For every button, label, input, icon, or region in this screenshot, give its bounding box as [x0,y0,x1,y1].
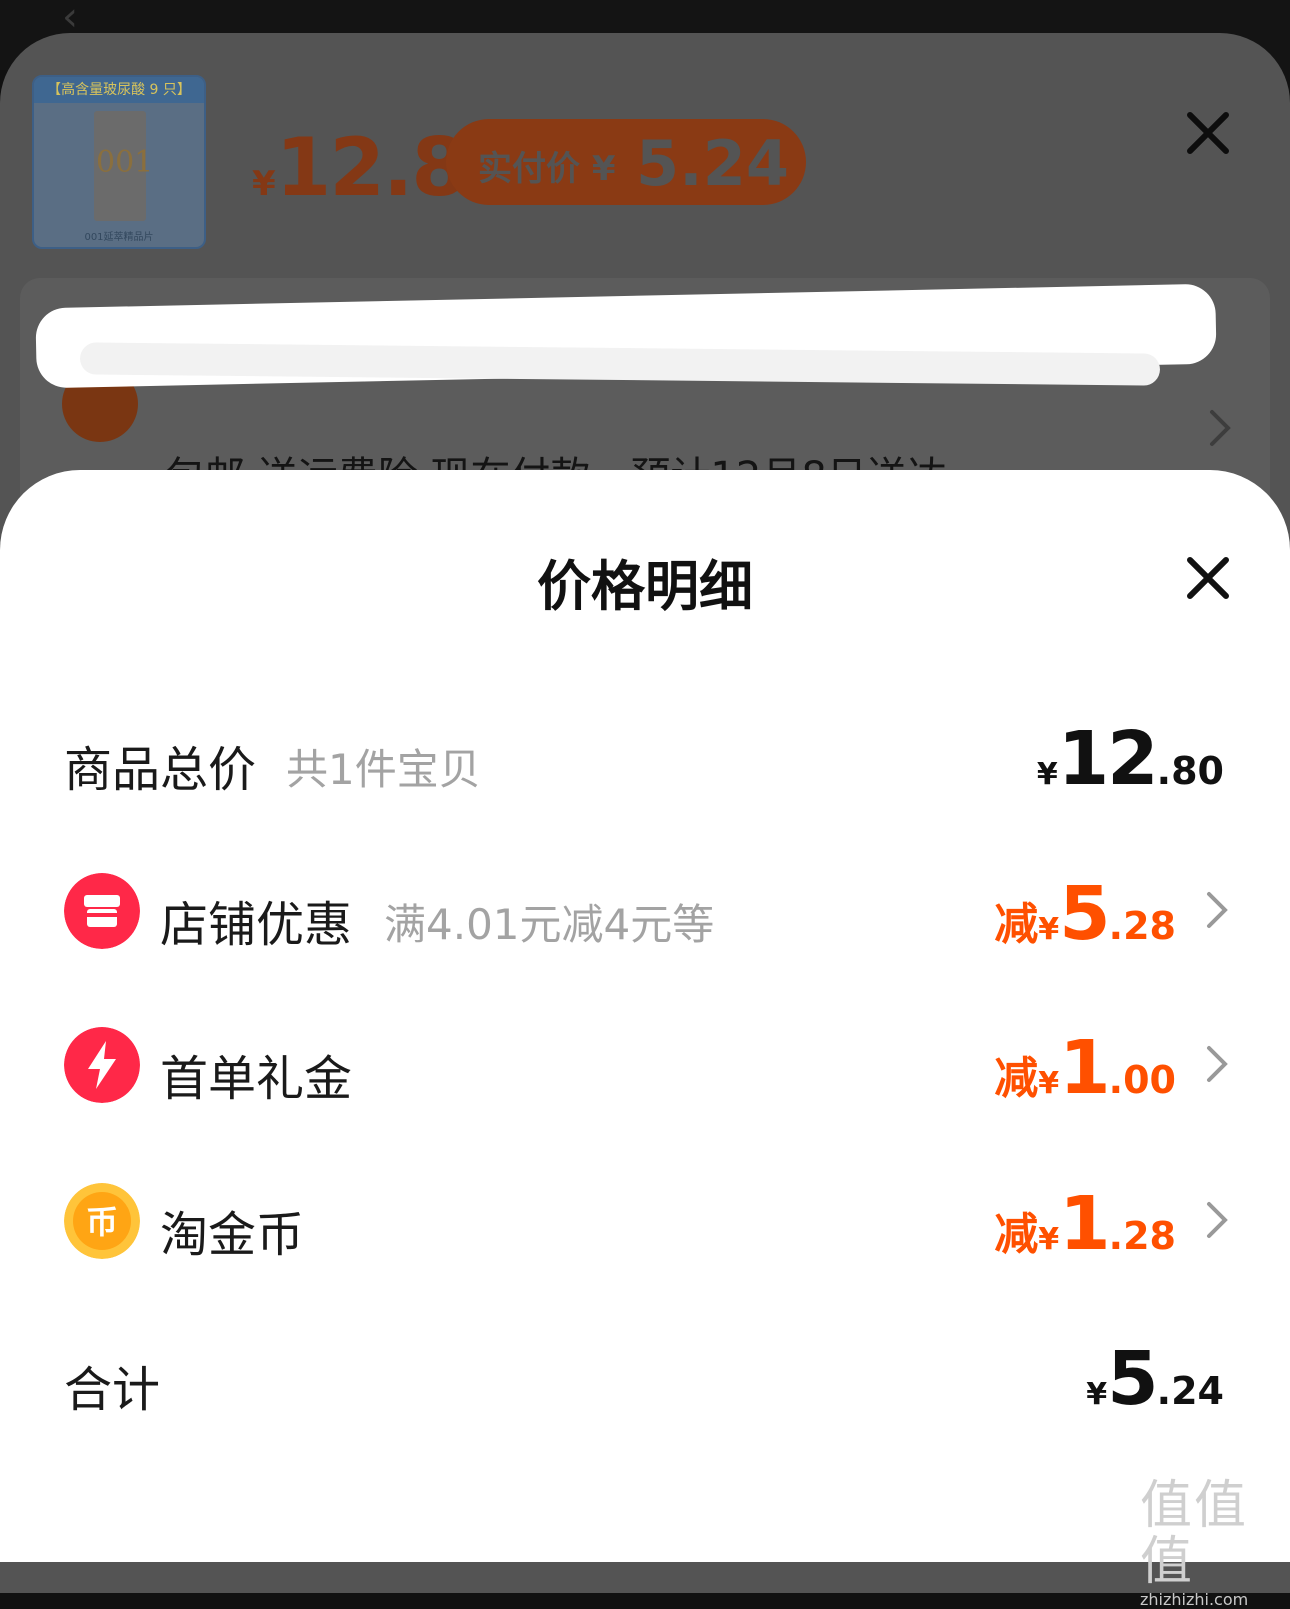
goods-total-row: 商品总价 共1件宝贝 ¥12.80 [0,708,1290,808]
shop-icon [64,873,140,949]
chevron-right-icon [1210,410,1231,446]
actual-paid-label: 实付价 ¥ [478,149,616,189]
price-amount: 12.8 [275,121,467,214]
grand-total-row: 合计 ¥5.24 [0,1328,1290,1428]
watermark-url: zhizhizhi.com [1140,1590,1249,1609]
price-detail-sheet: 价格明细 商品总价 共1件宝贝 ¥12.80 店铺优惠 满4.01元减4元等 减… [0,470,1290,1562]
lightning-icon [64,1027,140,1103]
first-order-gift-label: 首单礼金 [160,1051,353,1107]
first-order-gift-amount: 减¥1.00 [994,1025,1176,1111]
grand-total-amount: ¥5.24 [1086,1336,1224,1422]
close-icon[interactable] [1180,105,1236,161]
shop-discount-amount: 减¥5.28 [994,871,1176,957]
taojinbi-amount: 减¥1.28 [994,1181,1176,1267]
thumbnail-banner: 【高含量玻尿酸 9 只】 [34,77,204,103]
taojinbi-label: 淘金币 [160,1207,305,1263]
shop-discount-detail: 满4.01元减4元等 [384,900,715,949]
chevron-right-icon [1207,892,1228,928]
goods-total-label: 商品总价 [64,742,257,798]
chevron-right-icon [1207,1202,1228,1238]
sheet-title: 价格明细 [537,555,753,618]
item-count: 共1件宝贝 [286,745,481,794]
shop-discount-row[interactable]: 店铺优惠 满4.01元减4元等 减¥5.28 [0,863,1290,963]
goods-total-amount: ¥12.80 [1036,716,1224,802]
first-order-gift-row[interactable]: 首单礼金 减¥1.00 [0,1017,1290,1117]
close-icon[interactable] [1180,550,1236,606]
product-box: 001 [94,111,154,221]
watermark-logo: 值值值 [1140,1476,1249,1592]
actual-paid-amount: 5.24 [636,127,789,200]
price-currency: ¥ [252,164,276,204]
grand-total-label: 合计 [64,1362,161,1418]
product-thumbnail: 【高含量玻尿酸 9 只】 001 001延萃精品片 [32,75,206,249]
product-price: ¥12.8 [252,121,467,214]
taojinbi-row[interactable]: 币 淘金币 减¥1.28 [0,1173,1290,1273]
shop-discount-label: 店铺优惠 [160,897,353,953]
thumbnail-footer: 001延萃精品片 [84,232,154,243]
product-box-text: 001 [96,145,154,180]
watermark: 值值值 zhizhizhi.com [1140,1478,1290,1609]
coin-icon: 币 [64,1183,140,1259]
actual-paid-badge: 实付价 ¥ 5.24 [446,119,806,205]
chevron-right-icon [1207,1046,1228,1082]
svg-text:币: 币 [86,1203,118,1241]
